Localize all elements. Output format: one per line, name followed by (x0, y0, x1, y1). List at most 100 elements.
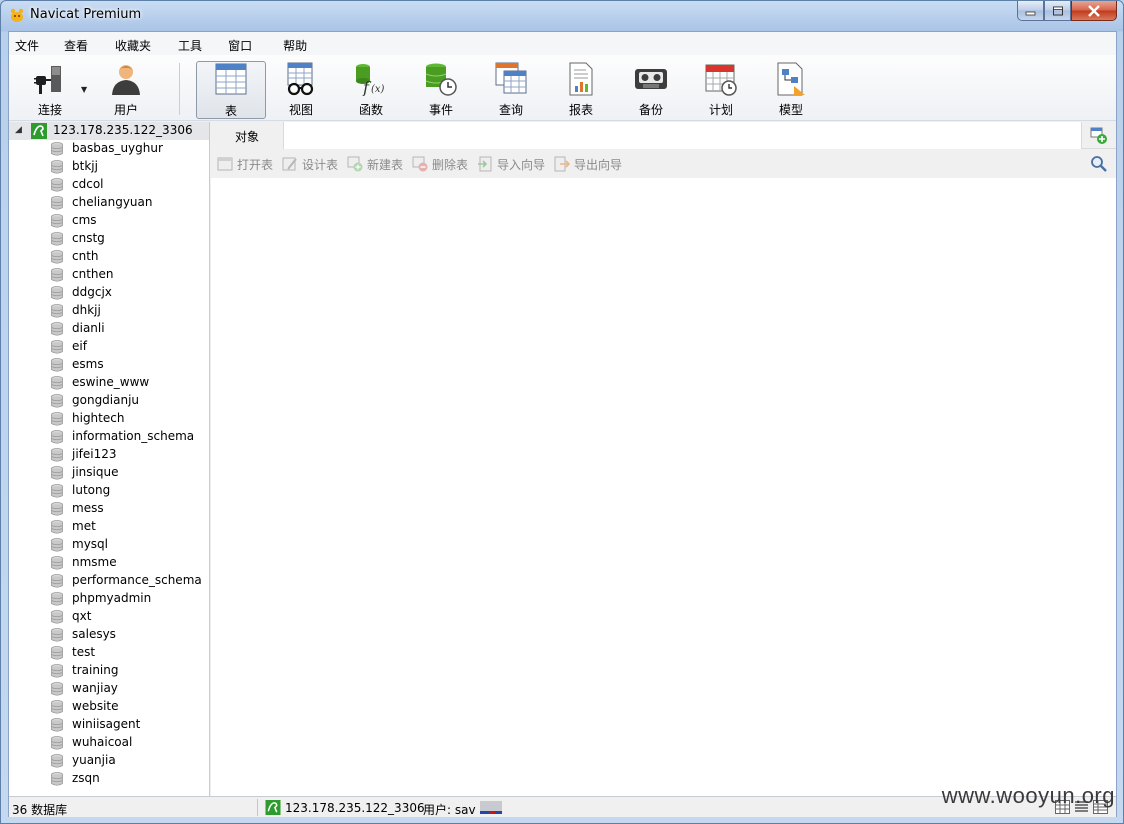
function-icon: f (x) (356, 64, 385, 96)
tree-database-item[interactable]: dianli (9, 320, 209, 338)
tree-database-item[interactable]: test (9, 644, 209, 662)
tree-database-item[interactable]: jinsique (9, 464, 209, 482)
delete-table-label: 删除表 (432, 157, 469, 172)
database-icon (51, 196, 63, 210)
tree-database-item[interactable]: cnth (9, 248, 209, 266)
database-label: qxt (72, 609, 92, 623)
tree-database-item[interactable]: winiisagent (9, 716, 209, 734)
tree-database-item[interactable]: jifei123 (9, 446, 209, 464)
tree-database-item[interactable]: eif (9, 338, 209, 356)
window-title: Navicat Premium (30, 7, 142, 22)
tree-database-item[interactable]: cnstg (9, 230, 209, 248)
model-label: 模型 (778, 103, 803, 117)
new-table-button[interactable]: 新建表 (347, 156, 403, 172)
database-label: nmsme (72, 555, 117, 569)
tree-database-item[interactable]: cheliangyuan (9, 194, 209, 212)
tree-database-item[interactable]: cdcol (9, 176, 209, 194)
table-button[interactable]: 表 (196, 61, 266, 119)
database-label: eswine_www (72, 375, 150, 389)
minimize-button[interactable] (1017, 1, 1044, 21)
tree-database-item[interactable]: gongdianju (9, 392, 209, 410)
menu-window[interactable]: 窗口 (228, 32, 252, 55)
menu-view[interactable]: 查看 (64, 32, 88, 55)
tree-database-item[interactable]: performance_schema (9, 572, 209, 590)
database-label: cnth (72, 249, 99, 263)
search-icon[interactable] (1090, 155, 1107, 172)
tree-database-item[interactable]: btkjj (9, 158, 209, 176)
export-wizard-button[interactable]: 导出向导 (554, 156, 622, 172)
tree-connection-node[interactable]: ◢ 123.178.235.122_3306 (9, 122, 209, 140)
close-button[interactable] (1071, 1, 1117, 21)
tree-database-item[interactable]: information_schema (9, 428, 209, 446)
open-table-button[interactable]: 打开表 (217, 156, 273, 172)
database-label: lutong (72, 483, 111, 497)
report-button[interactable]: 报表 (546, 61, 616, 119)
tree-database-item[interactable]: ddgcjx (9, 284, 209, 302)
database-label: wuhaicoal (72, 735, 133, 749)
tree-database-item[interactable]: dhkjj (9, 302, 209, 320)
table-label: 表 (224, 104, 237, 118)
tree-database-item[interactable]: basbas_uyghur (9, 140, 209, 158)
import-wizard-button[interactable]: 导入向导 (477, 156, 545, 172)
import-icon (478, 156, 492, 172)
tree-database-item[interactable]: qxt (9, 608, 209, 626)
tree-database-item[interactable]: yuanjia (9, 752, 209, 770)
schedule-button[interactable]: 计划 (686, 61, 756, 119)
tree-database-item[interactable]: lutong (9, 482, 209, 500)
function-button[interactable]: f (x) 函数 (336, 61, 406, 119)
menu-help[interactable]: 帮助 (283, 32, 307, 55)
user-button[interactable]: 用户 (91, 61, 161, 119)
object-list-area[interactable] (211, 178, 1116, 796)
delete-table-icon (412, 156, 428, 172)
tree-database-item[interactable]: zsqn (9, 770, 209, 788)
menu-tools[interactable]: 工具 (178, 32, 202, 55)
tree-database-item[interactable]: website (9, 698, 209, 716)
database-icon (51, 286, 63, 300)
object-panel: 对象 打开表 设计表 新建表 删除表 导入向导 导出向导 (211, 122, 1116, 796)
tree-database-item[interactable]: salesys (9, 626, 209, 644)
user-icon (112, 65, 140, 95)
tree-database-item[interactable]: esms (9, 356, 209, 374)
import-wizard-label: 导入向导 (497, 157, 546, 172)
tree-database-item[interactable]: hightech (9, 410, 209, 428)
connect-button[interactable]: 连接 (15, 61, 85, 119)
maximize-icon (1052, 6, 1063, 15)
new-tab-icon[interactable] (1090, 127, 1108, 145)
model-button[interactable]: 模型 (756, 61, 826, 119)
event-button[interactable]: 事件 (406, 61, 476, 119)
tree-database-item[interactable]: wanjiay (9, 680, 209, 698)
collapse-triangle-icon[interactable]: ◢ (15, 125, 22, 135)
tab-objects[interactable]: 对象 (211, 122, 283, 149)
delete-table-button[interactable]: 删除表 (412, 156, 468, 172)
database-icon (51, 448, 63, 462)
title-bar[interactable]: Navicat Premium (1, 1, 1123, 29)
tree-database-item[interactable]: mess (9, 500, 209, 518)
tree-database-item[interactable]: eswine_www (9, 374, 209, 392)
tree-database-item[interactable]: met (9, 518, 209, 536)
tree-database-item[interactable]: cms (9, 212, 209, 230)
database-list: basbas_uyghur btkjj cdcol cheliangyuan cms cn… (9, 140, 209, 788)
connect-dropdown-icon[interactable]: ▼ (81, 85, 87, 94)
tree-database-item[interactable]: training (9, 662, 209, 680)
maximize-button[interactable] (1044, 1, 1071, 21)
view-button[interactable]: 视图 (266, 61, 336, 119)
tree-database-item[interactable]: nmsme (9, 554, 209, 572)
database-icon (51, 214, 63, 228)
database-icon (51, 700, 63, 714)
database-label: btkjj (72, 159, 98, 173)
tree-database-item[interactable]: cnthen (9, 266, 209, 284)
toolbar-separator (179, 63, 180, 115)
menu-favorites[interactable]: 收藏夹 (115, 32, 151, 55)
database-icon (51, 178, 63, 192)
database-icon (51, 250, 63, 264)
tree-database-item[interactable]: mysql (9, 536, 209, 554)
export-icon (554, 156, 570, 172)
query-button[interactable]: 查询 (476, 61, 546, 119)
menu-file[interactable]: 文件 (15, 32, 39, 55)
database-label: winiisagent (72, 717, 141, 731)
backup-button[interactable]: 备份 (616, 61, 686, 119)
tree-database-item[interactable]: phpmyadmin (9, 590, 209, 608)
view-glasses-icon (287, 62, 314, 96)
design-table-button[interactable]: 设计表 (282, 156, 338, 172)
tree-database-item[interactable]: wuhaicoal (9, 734, 209, 752)
